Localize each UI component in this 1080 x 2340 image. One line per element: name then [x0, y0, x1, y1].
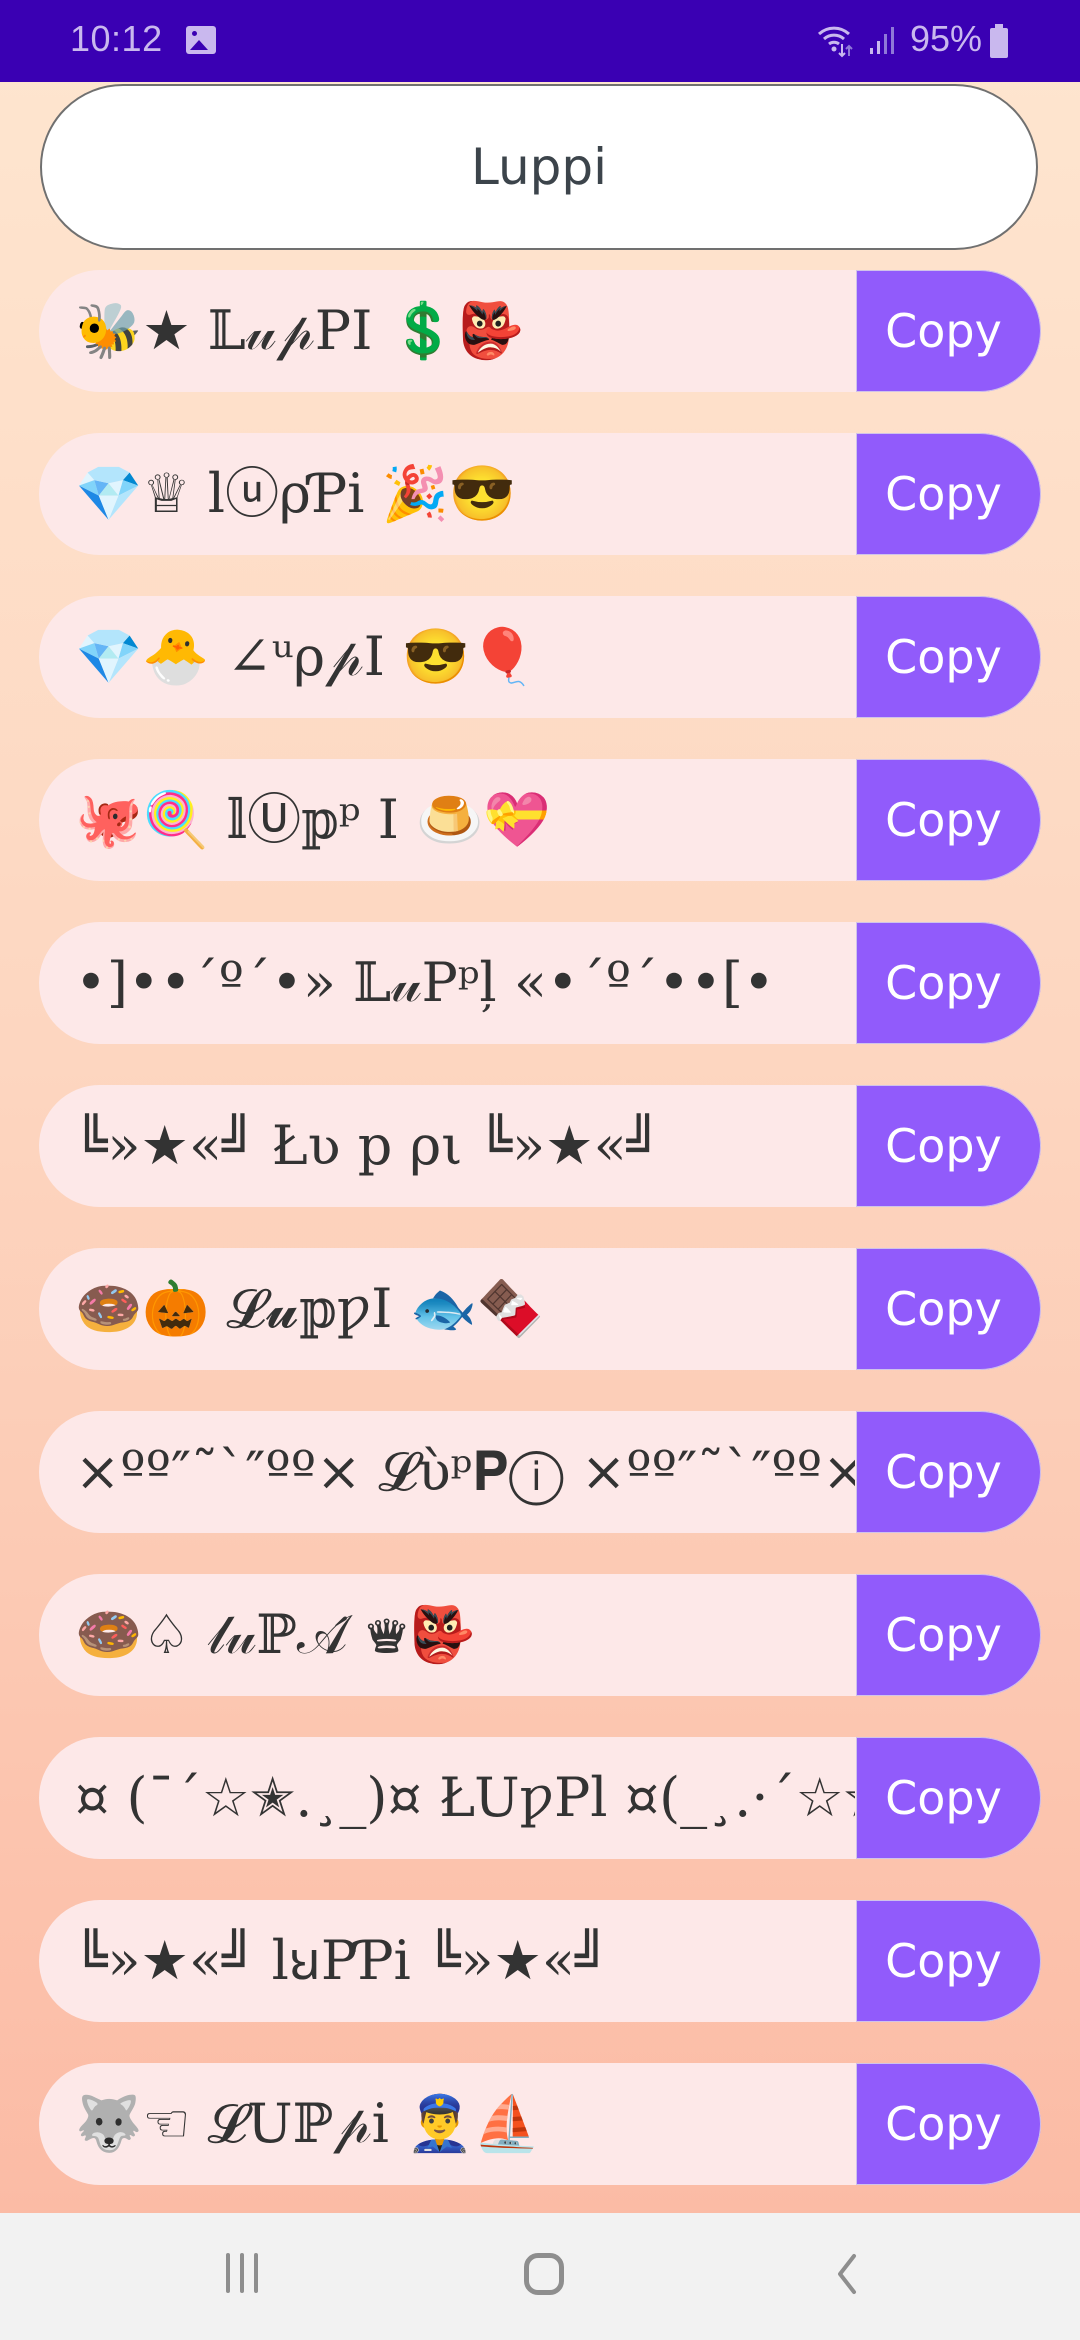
copy-button[interactable]: Copy	[856, 433, 1041, 555]
copy-button[interactable]: Copy	[856, 1900, 1041, 2022]
wifi-icon	[817, 26, 853, 58]
styled-name-text: ╚»★«╝ Łʋ p ρι ╚»★«╝	[75, 1114, 660, 1177]
copy-button[interactable]: Copy	[856, 2063, 1041, 2185]
list-item: 🍩🎃 𝓛𝓾𝕡ƿI 🐟🍫 Copy	[39, 1248, 1041, 1370]
list-item: ╚»★«╝ Łʋ p ρι ╚»★«╝ Copy	[39, 1085, 1041, 1207]
list-item: ¤ (¯´☆✭.¸_)¤ ŁUƿPl ¤(_¸.·´☆✭`¯)¤ Copy	[39, 1737, 1041, 1859]
styled-name-text: 🐙🍭 𝕝Ⓤ𝕡ᵖ I 🍮💝	[75, 788, 551, 851]
signal-icon	[870, 27, 894, 54]
list-item: •]••´º´•» 𝕃𝓊Pᵖļ «•´º´••[• Copy	[39, 922, 1041, 1044]
gallery-icon	[186, 26, 216, 54]
copy-button[interactable]: Copy	[856, 1574, 1041, 1696]
styled-name-text: 💎♕ lⓤρƤi 🎉😎	[75, 462, 517, 525]
list-item: ╚»★«╝ lꞟPƤi ╚»★«╝ Copy	[39, 1900, 1041, 2022]
copy-button[interactable]: Copy	[856, 922, 1041, 1044]
recents-icon[interactable]	[222, 2253, 262, 2293]
list-item: 🐺☜ 𝓛Uℙ𝓅i 👮‍♂️⛵ Copy	[39, 2063, 1041, 2185]
copy-button[interactable]: Copy	[856, 759, 1041, 881]
copy-button[interactable]: Copy	[856, 270, 1041, 392]
battery-percent: 95%	[910, 18, 983, 59]
styled-name-text: 🐝★ 𝕃𝓊𝓅PI 💲👺	[75, 299, 525, 362]
styled-name-text: 🐺☜ 𝓛Uℙ𝓅i 👮‍♂️⛵	[75, 2092, 541, 2155]
copy-button[interactable]: Copy	[856, 1411, 1041, 1533]
list-item: 🐙🍭 𝕝Ⓤ𝕡ᵖ I 🍮💝 Copy	[39, 759, 1041, 881]
copy-button[interactable]: Copy	[856, 1085, 1041, 1207]
styled-name-text: ╚»★«╝ lꞟPƤi ╚»★«╝	[75, 1929, 608, 1992]
status-bar: 10:12 95%	[0, 0, 1080, 82]
battery-icon	[990, 24, 1008, 58]
status-time: 10:12	[70, 18, 163, 59]
home-icon[interactable]	[524, 2253, 564, 2295]
styled-name-text: ¤ (¯´☆✭.¸_)¤ ŁUƿPl ¤(_¸.·´☆✭`¯)¤	[75, 1766, 855, 1829]
list-item: 💎♕ lⓤρƤi 🎉😎 Copy	[39, 433, 1041, 555]
styled-name-text: 🍩♤ 𝓁𝓊ℙ𝒜́ ♛👺	[75, 1603, 476, 1666]
back-icon[interactable]	[832, 2253, 862, 2295]
list-item: 🍩♤ 𝓁𝓊ℙ𝒜́ ♛👺 Copy	[39, 1574, 1041, 1696]
name-input[interactable]	[40, 84, 1038, 250]
styled-name-text: •]••´º´•» 𝕃𝓊Pᵖļ «•´º´••[•	[75, 951, 775, 1014]
styled-name-text: ×ºº″˜`″ºº× 𝓛ὺᵖ𝐏ⓘ ×ºº″˜`″ºº×	[75, 1440, 855, 1503]
styled-name-text: 💎🐣 ∠ᵘρ𝓅I 😎🎈	[75, 625, 537, 688]
styled-name-text: 🍩🎃 𝓛𝓾𝕡ƿI 🐟🍫	[75, 1277, 545, 1340]
copy-button[interactable]: Copy	[856, 1248, 1041, 1370]
copy-button[interactable]: Copy	[856, 596, 1041, 718]
list-item: 💎🐣 ∠ᵘρ𝓅I 😎🎈 Copy	[39, 596, 1041, 718]
copy-button[interactable]: Copy	[856, 1737, 1041, 1859]
list-item: 🐝★ 𝕃𝓊𝓅PI 💲👺 Copy	[39, 270, 1041, 392]
list-item: ×ºº″˜`″ºº× 𝓛ὺᵖ𝐏ⓘ ×ºº″˜`″ºº× Copy	[39, 1411, 1041, 1533]
navigation-bar	[0, 2213, 1080, 2340]
